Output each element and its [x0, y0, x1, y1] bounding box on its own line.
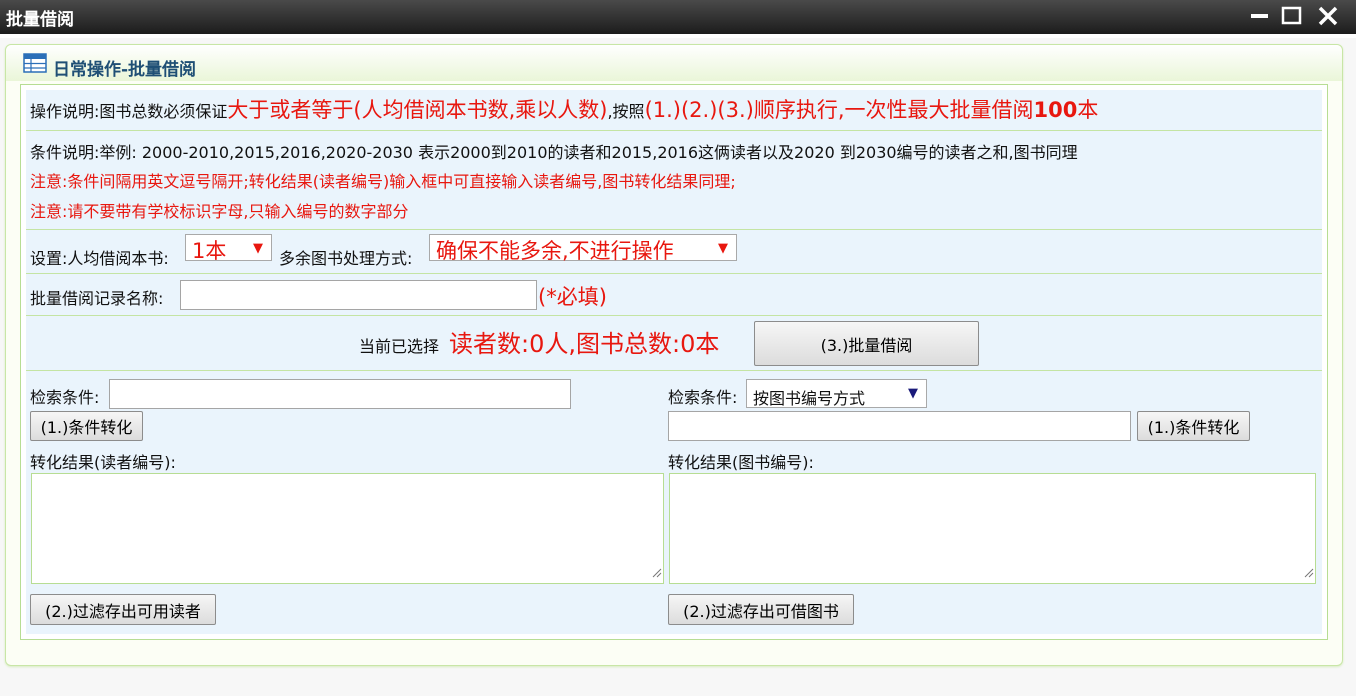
record-name-row: 批量借阅记录名称: (*必填) [26, 274, 1322, 316]
maximize-icon[interactable] [1281, 6, 1303, 26]
batch-borrow-panel: 日常操作-批量借阅 操作说明:图书总数必须保证大于或者等于(人均借阅本书数,乘以… [5, 44, 1343, 666]
panel-title: 日常操作-批量借阅 [53, 60, 197, 80]
note-comma-separator: 注意:条件间隔用英文逗号隔开;转化结果(读者编号)输入框中可直接输入读者编号,图… [30, 172, 736, 191]
close-icon[interactable] [1317, 6, 1339, 26]
titlebar-divider [0, 34, 1356, 38]
book-search-mode-value: 按图书编号方式 [753, 389, 866, 408]
window-title: 批量借阅 [6, 10, 74, 30]
per-person-value: 1本 [192, 239, 227, 263]
settings-row: 设置:人均借阅本书: 1本 ▼ 多余图书处理方式: 确保不能多余,不进行操作 ▼ [26, 230, 1322, 274]
per-person-label: 设置:人均借阅本书: [30, 249, 169, 268]
filter-readers-button[interactable]: (2.)过滤存出可用读者 [30, 594, 216, 625]
op-red-2: (1.)(2.)(3.)顺序执行,一次性最大批量借阅 [644, 98, 1034, 122]
chevron-down-icon: ▼ [908, 386, 918, 401]
condition-description: 条件说明:举例: 2000-2010,2015,2016,2020-2030 表… [30, 143, 1078, 162]
per-person-select[interactable]: 1本 ▼ [185, 234, 272, 263]
batch-borrow-button[interactable]: (3.)批量借阅 [754, 321, 979, 366]
book-result-textarea[interactable] [669, 473, 1316, 584]
reader-result-textarea[interactable] [31, 473, 664, 584]
resize-grip-icon[interactable] [652, 563, 662, 582]
record-name-input[interactable] [180, 280, 537, 310]
op-red-3: 本 [1077, 98, 1099, 122]
required-note: (*必填) [538, 285, 607, 309]
panel-header: 日常操作-批量借阅 [6, 45, 1342, 81]
surplus-handling-value: 确保不能多余,不进行操作 [436, 239, 674, 263]
book-search-label: 检索条件: [668, 388, 738, 407]
book-result-label: 转化结果(图书编号): [668, 453, 814, 472]
record-name-label: 批量借阅记录名称: [30, 289, 164, 308]
form-body: 操作说明:图书总数必须保证大于或者等于(人均借阅本书数,乘以人数),按照(1.)… [26, 90, 1322, 634]
summary-prefix: 当前已选择 [359, 337, 440, 356]
form-frame: 操作说明:图书总数必须保证大于或者等于(人均借阅本书数,乘以人数),按照(1.)… [20, 84, 1328, 640]
condition-instructions: 条件说明:举例: 2000-2010,2015,2016,2020-2030 表… [26, 131, 1322, 230]
op-prefix: 操作说明:图书总数必须保证 [30, 102, 228, 121]
filter-books-button[interactable]: (2.)过滤存出可借图书 [668, 594, 854, 625]
chevron-down-icon: ▼ [718, 241, 728, 256]
reader-search-input[interactable] [109, 379, 571, 409]
reader-search-label: 检索条件: [30, 388, 100, 407]
op-mid: ,按照 [607, 102, 645, 121]
resize-grip-icon[interactable] [1304, 563, 1314, 582]
table-icon [23, 53, 47, 77]
book-search-input[interactable] [668, 411, 1131, 441]
reader-convert-button[interactable]: (1.)条件转化 [30, 411, 143, 441]
surplus-handling-select[interactable]: 确保不能多余,不进行操作 ▼ [429, 234, 737, 263]
op-red-1: 大于或者等于(人均借阅本书数,乘以人数) [227, 98, 608, 122]
minimize-icon[interactable] [1249, 6, 1271, 26]
surplus-label: 多余图书处理方式: [279, 249, 413, 268]
operation-instructions: 操作说明:图书总数必须保证大于或者等于(人均借阅本书数,乘以人数),按照(1.)… [26, 90, 1322, 131]
book-search-mode-select[interactable]: 按图书编号方式 ▼ [746, 379, 927, 408]
reader-result-label: 转化结果(读者编号): [30, 453, 176, 472]
chevron-down-icon: ▼ [253, 241, 263, 256]
note-no-school-letters: 注意:请不要带有学校标识字母,只输入编号的数字部分 [30, 202, 409, 221]
book-convert-button[interactable]: (1.)条件转化 [1137, 411, 1250, 441]
summary-counts: 读者数:0人,图书总数:0本 [449, 330, 720, 358]
op-max-count: 100 [1033, 98, 1078, 122]
window-titlebar: 批量借阅 [0, 0, 1356, 34]
selection-summary-row: 当前已选择 读者数:0人,图书总数:0本 (3.)批量借阅 [26, 316, 1322, 371]
